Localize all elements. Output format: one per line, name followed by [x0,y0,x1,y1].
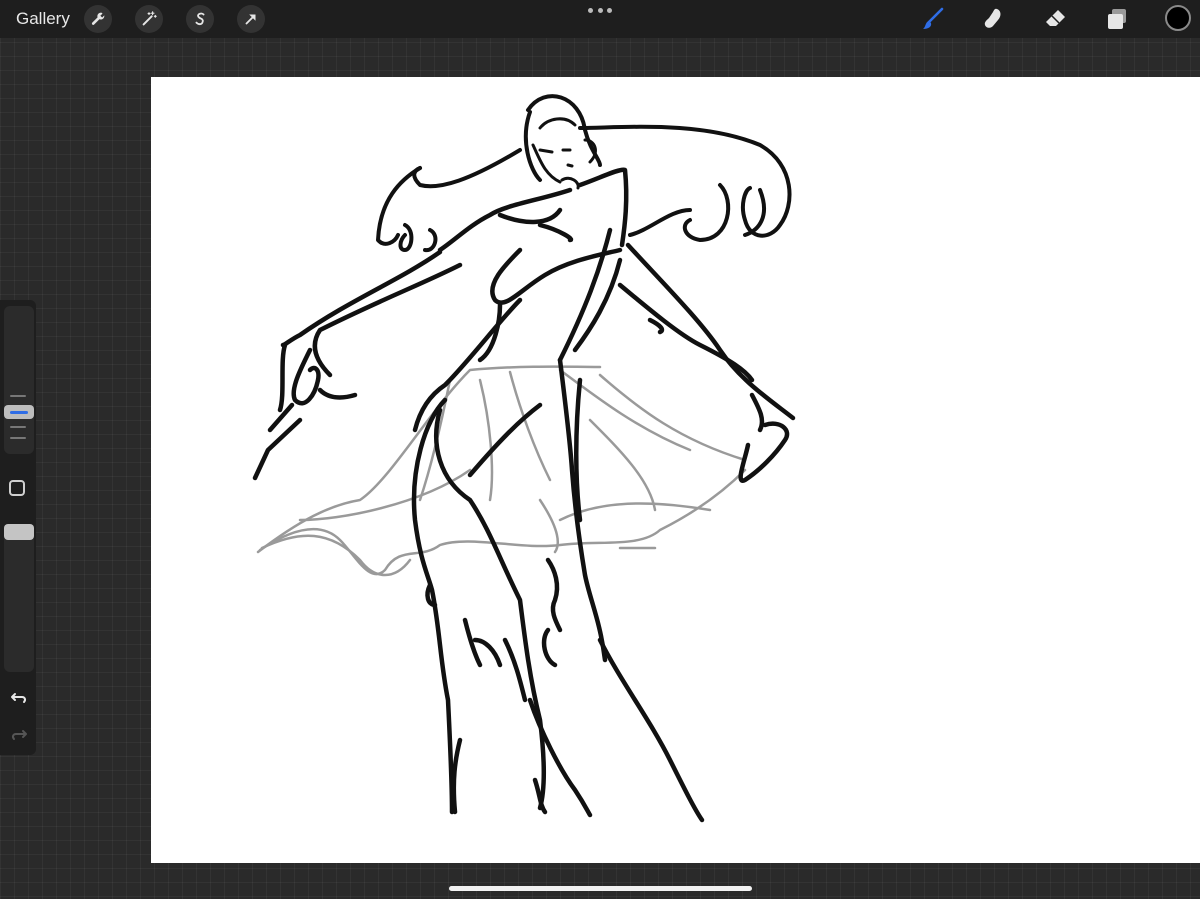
size-tick [10,437,26,439]
s-selection-icon[interactable] [186,5,214,33]
arrow-cursor-icon[interactable] [237,5,265,33]
paintbrush-icon[interactable] [918,4,948,34]
brush-size-slider[interactable] [4,306,34,454]
magic-wand-icon[interactable] [135,5,163,33]
gallery-button[interactable]: Gallery [16,9,70,29]
hair-strokes [376,94,792,253]
wrench-icon[interactable] [84,5,112,33]
gesture-sketch [252,94,796,823]
brush-opacity-handle[interactable] [4,524,34,540]
brush-opacity-slider[interactable] [4,524,34,672]
undo-arrow-icon[interactable] [9,687,29,707]
leg-strokes [411,357,705,823]
smudge-finger-icon[interactable] [979,4,1009,34]
top-toolbar: Gallery [0,0,1200,38]
size-tick [10,426,26,428]
modify-button[interactable] [9,480,25,496]
color-circle-icon[interactable] [1165,5,1191,31]
eraser-icon[interactable] [1041,4,1071,34]
ellipsis-icon[interactable] [588,5,612,15]
size-tick [10,395,26,397]
home-indicator[interactable] [449,886,752,891]
brush-size-handle[interactable] [4,405,34,419]
body-strokes [252,167,796,483]
layers-icon[interactable] [1102,4,1132,34]
drawing-canvas[interactable] [151,77,1200,863]
redo-arrow-icon[interactable] [9,724,29,744]
